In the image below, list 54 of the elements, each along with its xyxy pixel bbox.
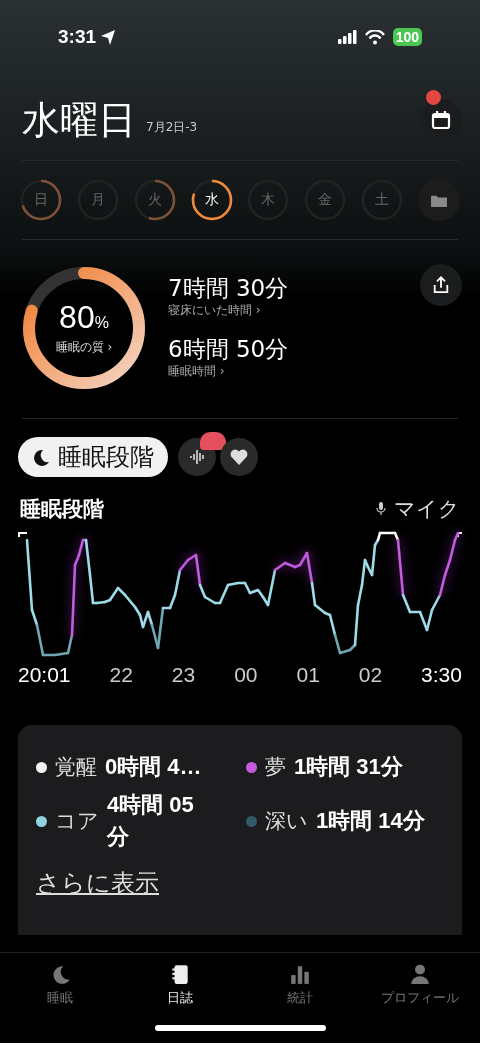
chart-title: 睡眠段階 bbox=[20, 496, 104, 523]
person-icon bbox=[409, 963, 431, 985]
day-button[interactable]: 木 bbox=[247, 179, 290, 221]
stage-name: 夢 bbox=[265, 754, 286, 781]
stage-duration: 1時間 31分 bbox=[294, 753, 403, 781]
stage-name: 深い bbox=[265, 808, 308, 835]
time-axis-label: 3:30 bbox=[421, 663, 462, 687]
time-axis-label: 20:01 bbox=[18, 663, 71, 687]
stage-name: コア bbox=[55, 808, 99, 835]
tab-bar-item[interactable]: 日誌 bbox=[125, 963, 235, 1043]
time-axis-label: 23 bbox=[171, 663, 196, 687]
tab-bar-item[interactable]: プロフィール bbox=[365, 963, 475, 1043]
time-axis-label: 00 bbox=[234, 663, 258, 687]
day-button[interactable]: 水 bbox=[190, 179, 233, 221]
clock-time: 3:31 bbox=[58, 26, 97, 48]
stage-duration: 4時間 05 分 bbox=[107, 791, 195, 851]
duration-link[interactable]: 寝床にいた時間 › bbox=[168, 302, 400, 319]
sound-wave-icon bbox=[189, 447, 205, 467]
duration-link[interactable]: 睡眠時間 › bbox=[168, 363, 400, 380]
heart-tab[interactable] bbox=[220, 438, 258, 476]
microphone-icon bbox=[376, 502, 386, 516]
location-arrow-icon bbox=[100, 28, 117, 46]
tab-bar-item[interactable]: 統計 bbox=[245, 963, 355, 1043]
stage-name: 覚醒 bbox=[55, 754, 97, 781]
show-more-link[interactable]: さらに表示 bbox=[36, 867, 159, 899]
tab-bar-item[interactable]: 睡眠 bbox=[5, 963, 115, 1043]
notebook-icon bbox=[169, 963, 191, 985]
wifi-icon bbox=[364, 29, 385, 45]
date-range: 7月2日-3 bbox=[146, 119, 198, 136]
stage-duration: 1時間 14分 bbox=[316, 807, 425, 835]
time-axis-label: 02 bbox=[358, 663, 383, 687]
time-axis-label: 22 bbox=[109, 663, 133, 687]
signal-icon bbox=[337, 30, 357, 44]
day-title: 水曜日 bbox=[22, 98, 136, 142]
stage-tab[interactable]: 睡眠段階 bbox=[18, 437, 168, 477]
share-button[interactable] bbox=[420, 264, 462, 306]
quality-link[interactable]: 睡眠の質 › bbox=[55, 338, 113, 356]
battery-level: 100 bbox=[395, 29, 419, 45]
heart-icon bbox=[229, 447, 249, 467]
day-button[interactable]: 金 bbox=[304, 179, 347, 221]
bar-chart-icon bbox=[289, 963, 311, 985]
day-button[interactable]: 月 bbox=[76, 179, 119, 221]
stage-duration: 0時間 4… bbox=[105, 753, 202, 781]
duration-value: 7時間 30分 bbox=[168, 274, 290, 302]
share-icon bbox=[432, 276, 450, 294]
calendar-icon bbox=[431, 110, 451, 130]
time-axis-label: 01 bbox=[296, 663, 320, 687]
duration-value: 6時間 50分 bbox=[168, 335, 290, 363]
quality-percent: 80% bbox=[59, 300, 109, 337]
source-label: マイク bbox=[394, 496, 460, 523]
day-button[interactable]: 火 bbox=[133, 179, 176, 221]
folder-button[interactable] bbox=[417, 179, 460, 221]
day-button[interactable]: 日 bbox=[20, 179, 62, 221]
day-button[interactable]: 土 bbox=[361, 179, 404, 221]
